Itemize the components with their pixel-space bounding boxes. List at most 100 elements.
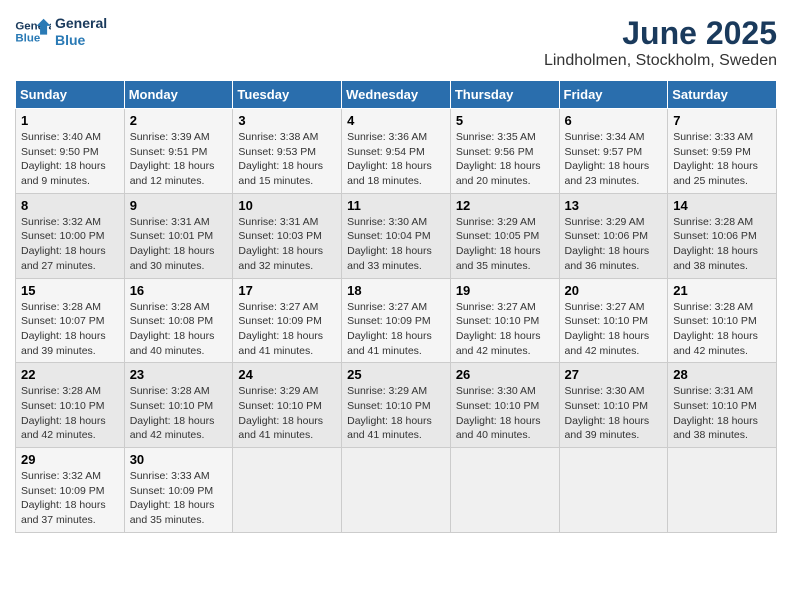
day-info: Sunrise: 3:31 AM Sunset: 10:10 PM Daylig…: [673, 384, 771, 443]
day-number: 30: [130, 452, 228, 467]
day-info: Sunrise: 3:28 AM Sunset: 10:07 PM Daylig…: [21, 300, 119, 359]
day-cell: 29 Sunrise: 3:32 AM Sunset: 10:09 PM Day…: [16, 448, 125, 533]
day-info: Sunrise: 3:29 AM Sunset: 10:10 PM Daylig…: [238, 384, 336, 443]
day-info: Sunrise: 3:29 AM Sunset: 10:05 PM Daylig…: [456, 215, 554, 274]
day-number: 15: [21, 283, 119, 298]
day-cell: 22 Sunrise: 3:28 AM Sunset: 10:10 PM Day…: [16, 363, 125, 448]
week-row-5: 29 Sunrise: 3:32 AM Sunset: 10:09 PM Day…: [16, 448, 777, 533]
day-info: Sunrise: 3:32 AM Sunset: 10:09 PM Daylig…: [21, 469, 119, 528]
day-number: 21: [673, 283, 771, 298]
day-number: 26: [456, 367, 554, 382]
day-cell: 30 Sunrise: 3:33 AM Sunset: 10:09 PM Day…: [124, 448, 233, 533]
col-header-monday: Monday: [124, 81, 233, 109]
day-cell: 9 Sunrise: 3:31 AM Sunset: 10:01 PM Dayl…: [124, 193, 233, 278]
day-info: Sunrise: 3:32 AM Sunset: 10:00 PM Daylig…: [21, 215, 119, 274]
day-info: Sunrise: 3:28 AM Sunset: 10:06 PM Daylig…: [673, 215, 771, 274]
day-info: Sunrise: 3:34 AM Sunset: 9:57 PM Dayligh…: [565, 130, 663, 189]
day-cell: 24 Sunrise: 3:29 AM Sunset: 10:10 PM Day…: [233, 363, 342, 448]
day-number: 14: [673, 198, 771, 213]
day-number: 24: [238, 367, 336, 382]
day-cell: 18 Sunrise: 3:27 AM Sunset: 10:09 PM Day…: [342, 278, 451, 363]
day-info: Sunrise: 3:27 AM Sunset: 10:10 PM Daylig…: [565, 300, 663, 359]
day-number: 8: [21, 198, 119, 213]
day-number: 25: [347, 367, 445, 382]
day-number: 13: [565, 198, 663, 213]
col-header-wednesday: Wednesday: [342, 81, 451, 109]
day-cell: 3 Sunrise: 3:38 AM Sunset: 9:53 PM Dayli…: [233, 109, 342, 194]
day-number: 20: [565, 283, 663, 298]
col-header-tuesday: Tuesday: [233, 81, 342, 109]
month-title: June 2025: [544, 15, 777, 52]
day-number: 7: [673, 113, 771, 128]
day-info: Sunrise: 3:27 AM Sunset: 10:09 PM Daylig…: [238, 300, 336, 359]
day-number: 11: [347, 198, 445, 213]
day-info: Sunrise: 3:36 AM Sunset: 9:54 PM Dayligh…: [347, 130, 445, 189]
day-cell: 1 Sunrise: 3:40 AM Sunset: 9:50 PM Dayli…: [16, 109, 125, 194]
day-info: Sunrise: 3:38 AM Sunset: 9:53 PM Dayligh…: [238, 130, 336, 189]
day-number: 12: [456, 198, 554, 213]
col-header-sunday: Sunday: [16, 81, 125, 109]
day-cell: 16 Sunrise: 3:28 AM Sunset: 10:08 PM Day…: [124, 278, 233, 363]
day-info: Sunrise: 3:33 AM Sunset: 10:09 PM Daylig…: [130, 469, 228, 528]
day-number: 17: [238, 283, 336, 298]
day-cell: 21 Sunrise: 3:28 AM Sunset: 10:10 PM Day…: [668, 278, 777, 363]
day-cell: 12 Sunrise: 3:29 AM Sunset: 10:05 PM Day…: [450, 193, 559, 278]
day-number: 18: [347, 283, 445, 298]
day-cell: 23 Sunrise: 3:28 AM Sunset: 10:10 PM Day…: [124, 363, 233, 448]
calendar-header-row: SundayMondayTuesdayWednesdayThursdayFrid…: [16, 81, 777, 109]
day-info: Sunrise: 3:28 AM Sunset: 10:08 PM Daylig…: [130, 300, 228, 359]
day-number: 1: [21, 113, 119, 128]
day-cell: 6 Sunrise: 3:34 AM Sunset: 9:57 PM Dayli…: [559, 109, 668, 194]
day-cell: [233, 448, 342, 533]
title-area: June 2025 Lindholmen, Stockholm, Sweden: [544, 15, 777, 70]
day-cell: 25 Sunrise: 3:29 AM Sunset: 10:10 PM Day…: [342, 363, 451, 448]
col-header-thursday: Thursday: [450, 81, 559, 109]
day-cell: [450, 448, 559, 533]
day-cell: [668, 448, 777, 533]
day-number: 29: [21, 452, 119, 467]
day-info: Sunrise: 3:35 AM Sunset: 9:56 PM Dayligh…: [456, 130, 554, 189]
day-info: Sunrise: 3:31 AM Sunset: 10:03 PM Daylig…: [238, 215, 336, 274]
day-cell: 5 Sunrise: 3:35 AM Sunset: 9:56 PM Dayli…: [450, 109, 559, 194]
day-number: 3: [238, 113, 336, 128]
day-number: 2: [130, 113, 228, 128]
day-info: Sunrise: 3:39 AM Sunset: 9:51 PM Dayligh…: [130, 130, 228, 189]
day-cell: 15 Sunrise: 3:28 AM Sunset: 10:07 PM Day…: [16, 278, 125, 363]
day-cell: 8 Sunrise: 3:32 AM Sunset: 10:00 PM Dayl…: [16, 193, 125, 278]
day-info: Sunrise: 3:28 AM Sunset: 10:10 PM Daylig…: [130, 384, 228, 443]
logo-general: General: [55, 15, 107, 32]
day-info: Sunrise: 3:31 AM Sunset: 10:01 PM Daylig…: [130, 215, 228, 274]
day-number: 23: [130, 367, 228, 382]
day-cell: 2 Sunrise: 3:39 AM Sunset: 9:51 PM Dayli…: [124, 109, 233, 194]
week-row-3: 15 Sunrise: 3:28 AM Sunset: 10:07 PM Day…: [16, 278, 777, 363]
week-row-1: 1 Sunrise: 3:40 AM Sunset: 9:50 PM Dayli…: [16, 109, 777, 194]
day-info: Sunrise: 3:27 AM Sunset: 10:09 PM Daylig…: [347, 300, 445, 359]
col-header-friday: Friday: [559, 81, 668, 109]
day-info: Sunrise: 3:40 AM Sunset: 9:50 PM Dayligh…: [21, 130, 119, 189]
day-cell: [559, 448, 668, 533]
col-header-saturday: Saturday: [668, 81, 777, 109]
logo-blue: Blue: [55, 32, 107, 49]
day-number: 16: [130, 283, 228, 298]
day-info: Sunrise: 3:30 AM Sunset: 10:04 PM Daylig…: [347, 215, 445, 274]
week-row-4: 22 Sunrise: 3:28 AM Sunset: 10:10 PM Day…: [16, 363, 777, 448]
location-title: Lindholmen, Stockholm, Sweden: [544, 52, 777, 70]
day-cell: 11 Sunrise: 3:30 AM Sunset: 10:04 PM Day…: [342, 193, 451, 278]
week-row-2: 8 Sunrise: 3:32 AM Sunset: 10:00 PM Dayl…: [16, 193, 777, 278]
day-number: 6: [565, 113, 663, 128]
day-number: 28: [673, 367, 771, 382]
day-cell: 20 Sunrise: 3:27 AM Sunset: 10:10 PM Day…: [559, 278, 668, 363]
day-number: 19: [456, 283, 554, 298]
svg-text:Blue: Blue: [15, 33, 40, 45]
header: General Blue General Blue June 2025 Lind…: [15, 15, 777, 70]
day-number: 22: [21, 367, 119, 382]
day-info: Sunrise: 3:28 AM Sunset: 10:10 PM Daylig…: [21, 384, 119, 443]
day-cell: 10 Sunrise: 3:31 AM Sunset: 10:03 PM Day…: [233, 193, 342, 278]
day-number: 27: [565, 367, 663, 382]
day-cell: 4 Sunrise: 3:36 AM Sunset: 9:54 PM Dayli…: [342, 109, 451, 194]
day-info: Sunrise: 3:28 AM Sunset: 10:10 PM Daylig…: [673, 300, 771, 359]
day-info: Sunrise: 3:29 AM Sunset: 10:10 PM Daylig…: [347, 384, 445, 443]
day-cell: 7 Sunrise: 3:33 AM Sunset: 9:59 PM Dayli…: [668, 109, 777, 194]
day-number: 10: [238, 198, 336, 213]
day-info: Sunrise: 3:27 AM Sunset: 10:10 PM Daylig…: [456, 300, 554, 359]
